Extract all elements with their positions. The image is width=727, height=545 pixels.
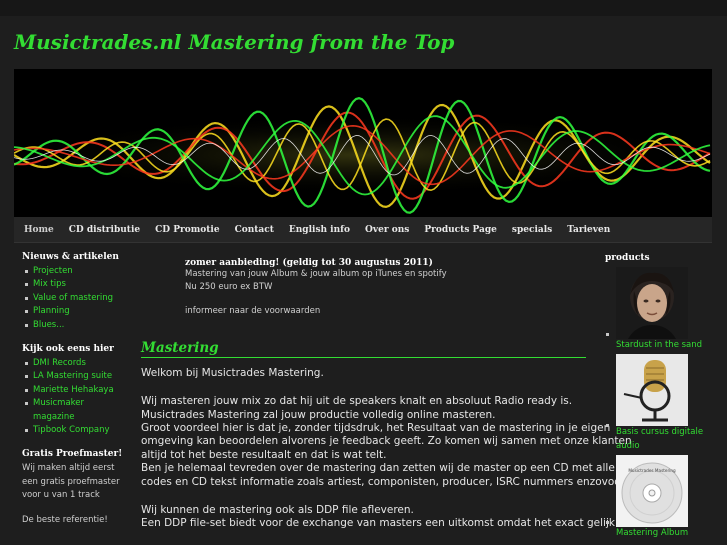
look-item-mariette-hehakaya: Mariette Hehakaya (14, 384, 124, 397)
news-item-value-of-mastering: Value of mastering (14, 292, 124, 305)
product-mastering-album[interactable]: Musictrades Mastering Mastering Album (605, 455, 715, 540)
promo-conditions-link[interactable]: informeer naar de voorwaarden (185, 306, 587, 316)
promo-line-2: Nu 250 euro ex BTW (185, 282, 273, 293)
paragraph-line: Een DDP file-set biedt voor de exchange … (141, 517, 627, 530)
promo-title: zomer aanbieding! (geldig tot 30 augustu… (185, 258, 433, 268)
product-basis-cursus[interactable]: Basis cursus digitale audio (605, 354, 715, 453)
nav-cd-promotie[interactable]: CD Promotie (155, 225, 219, 235)
look-heading: Kijk ook eens hier (22, 344, 114, 355)
welcome-text: Welkom bij Musictrades Mastering. (141, 366, 324, 379)
news-link[interactable]: Projecten (33, 266, 73, 276)
news-list: Projecten Mix tips Value of mastering Pl… (14, 265, 124, 332)
look-item-dmi-records: DMI Records (14, 357, 124, 370)
sound-wave-banner-icon (14, 69, 712, 217)
promo-line-1: Mastering van jouw Album & jouw album op… (185, 269, 447, 279)
nav-specials[interactable]: specials (512, 225, 552, 235)
site-title[interactable]: Musictrades.nl Mastering from the Top (14, 30, 454, 54)
portrait-photo-icon[interactable] (616, 267, 688, 339)
look-list: DMI Records LA Mastering suite Mariette … (14, 357, 124, 437)
look-link[interactable]: Mariette Hehakaya (33, 385, 114, 395)
look-link[interactable]: Tipbook Company (33, 425, 110, 435)
microphone-photo-icon[interactable] (616, 354, 688, 427)
nav-cd-distributie[interactable]: CD distributie (69, 225, 140, 235)
paragraph-line: Ben je helemaal tevreden over de masteri… (141, 462, 615, 475)
mastering-paragraph-2: Wij kunnen de mastering ook als DDP file… (141, 504, 627, 531)
reference-text: De beste referentie! (22, 514, 108, 525)
paragraph-line: Wij masteren jouw mix zo dat hij uit de … (141, 395, 573, 408)
news-link[interactable]: Value of mastering (33, 293, 113, 303)
nav-products-page[interactable]: Products Page (424, 225, 497, 235)
news-item-mix-tips: Mix tips (14, 278, 124, 291)
look-item-musicmaker-magazine: Musicmaker magazine (14, 397, 124, 424)
top-strip (0, 0, 727, 16)
product-label[interactable]: Basis cursus digitale audio (616, 426, 715, 453)
news-item-planning: Planning (14, 305, 124, 318)
paragraph-line: Musictrades Mastering zal jouw productie… (141, 408, 496, 421)
product-stardust[interactable]: Stardust in the sand (605, 267, 715, 352)
nav-contact[interactable]: Contact (235, 225, 274, 235)
paragraph-line: omgeving kan beoordelen alvorens je feed… (141, 435, 632, 448)
look-link[interactable]: LA Mastering suite (33, 371, 112, 381)
proefmaster-heading: Gratis Proefmaster! (22, 449, 123, 460)
nav-over-ons[interactable]: Over ons (365, 225, 409, 235)
main-navigation: Home CD distributie CD Promotie Contact … (14, 217, 712, 243)
proefmaster-text: Wij maken altijd eerst een gratis proefm… (22, 463, 120, 501)
look-item-tipbook-company: Tipbook Company (14, 424, 124, 437)
news-heading: Nieuws & artikelen (22, 252, 119, 262)
left-sidebar: Nieuws & artikelen Projecten Mix tips Va… (14, 252, 124, 527)
disc-label-text: Musictrades Mastering (628, 468, 676, 473)
page: Musictrades.nl Mastering from the Top Ho… (0, 0, 727, 545)
header-banner (14, 69, 712, 217)
look-item-la-mastering-suite: LA Mastering suite (14, 370, 124, 383)
news-link[interactable]: Mix tips (33, 279, 66, 289)
look-link[interactable]: DMI Records (33, 358, 86, 368)
paragraph-line: Groot voordeel hier is dat je, zonder ti… (141, 422, 611, 435)
mastering-heading: Mastering (141, 340, 586, 358)
products-sidebar: products Stardust in the sand Basis curs… (605, 253, 715, 541)
product-label[interactable]: Mastering Album (616, 527, 715, 540)
main-content: zomer aanbieding! (geldig tot 30 augustu… (141, 258, 633, 531)
mastering-paragraph-1: Wij masteren jouw mix zo dat hij uit de … (141, 395, 633, 489)
news-link[interactable]: Blues... (33, 320, 64, 330)
nav-tarieven[interactable]: Tarieven (567, 225, 610, 235)
paragraph-line: Wij kunnen de mastering ook als DDP file… (141, 504, 414, 517)
news-item-blues: Blues... (14, 319, 124, 332)
cd-disc-icon[interactable]: Musictrades Mastering (616, 455, 688, 528)
paragraph-line: codes en CD tekst informatie zoals artie… (141, 475, 633, 488)
news-link[interactable]: Planning (33, 306, 70, 316)
product-label[interactable]: Stardust in the sand (616, 339, 715, 352)
products-heading: products (605, 253, 650, 263)
news-item-projecten: Projecten (14, 265, 124, 278)
nav-english-info[interactable]: English info (289, 225, 350, 235)
look-link[interactable]: Musicmaker magazine (33, 398, 84, 421)
nav-home[interactable]: Home (24, 225, 54, 235)
paragraph-line: altijd tot het beste resultaalt en dat i… (141, 448, 387, 461)
